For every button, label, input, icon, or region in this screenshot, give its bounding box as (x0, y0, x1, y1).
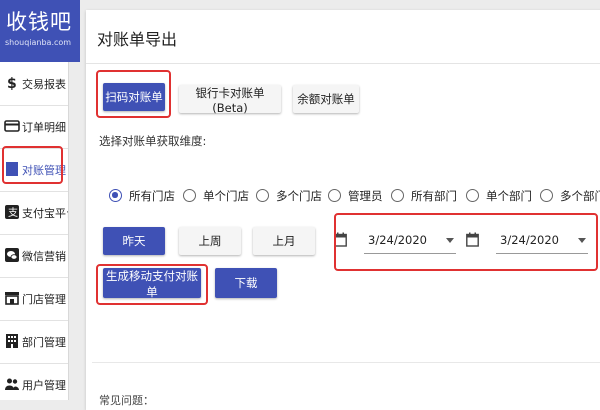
sidebar-item-order-details[interactable]: 订单明细 (0, 105, 68, 149)
radio-circle[interactable] (109, 189, 122, 202)
sidebar-item-label: 微信营销 (22, 250, 66, 263)
faq-heading: 常见问题： (99, 394, 154, 407)
radio-circle[interactable] (391, 189, 404, 202)
sidebar-item-label: 订单明细 (22, 121, 66, 134)
sidebar-item-label: 部门管理 (22, 336, 66, 349)
radio-label: 管理员 (348, 189, 383, 203)
svg-text:$: $ (7, 76, 17, 91)
logo-subtitle: shouqianba.com (5, 38, 72, 47)
page-title: 对账单导出 (97, 30, 178, 49)
calendar-icon[interactable] (466, 232, 479, 247)
store-icon (4, 290, 20, 306)
radio-circle[interactable] (183, 189, 196, 202)
alipay-icon: 支 (4, 204, 20, 220)
header-divider (86, 63, 600, 64)
card-icon (4, 118, 20, 134)
main-card (86, 10, 600, 410)
radio-circle[interactable] (466, 189, 479, 202)
sidebar-item-reconciliation[interactable]: 对账管理 (0, 148, 68, 192)
radio-label: 多个门店 (276, 189, 322, 203)
radio-label: 多个部门 (560, 189, 600, 203)
sidebar-item-label: 支付宝平台 (22, 207, 68, 220)
tab-balance-statement[interactable]: 余额对账单 (293, 85, 359, 113)
brand-logo[interactable]: 收钱吧 shouqianba.com (0, 0, 80, 62)
sidebar-item-store-management[interactable]: 门店管理 (0, 277, 68, 321)
dimension-label: 选择对账单获取维度: (99, 134, 207, 148)
radio-label: 所有门店 (129, 189, 175, 203)
building-icon (4, 333, 20, 349)
section-divider (92, 362, 600, 363)
generate-statement-button[interactable]: 生成移动支付对账单 (103, 268, 201, 299)
radio-label: 单个部门 (486, 189, 532, 203)
download-button[interactable]: 下载 (215, 268, 277, 298)
radio-label: 单个门店 (203, 189, 249, 203)
tab-bank-card-statement[interactable]: 银行卡对账单(Beta) (179, 85, 281, 115)
tab-scan-statement[interactable]: 扫码对账单 (103, 83, 165, 111)
svg-text:支: 支 (8, 207, 18, 219)
end-date-picker[interactable]: 3/24/2020 (496, 228, 588, 254)
calendar-icon[interactable] (334, 232, 347, 247)
last-month-button[interactable]: 上月 (253, 227, 315, 255)
dollar-icon: $ (4, 75, 20, 92)
sidebar-item-wechat-marketing[interactable]: 微信营销 (0, 234, 68, 278)
wechat-icon (4, 247, 20, 263)
chevron-down-icon[interactable] (578, 238, 586, 243)
radio-label: 所有部门 (411, 189, 457, 203)
sidebar-item-transaction-report[interactable]: $ 交易报表 (0, 62, 68, 106)
sidebar-item-label: 交易报表 (22, 78, 66, 91)
sidebar-item-department-management[interactable]: 部门管理 (0, 320, 68, 364)
radio-circle[interactable] (540, 189, 553, 202)
chevron-down-icon[interactable] (446, 238, 454, 243)
sidebar-item-user-management[interactable]: 用户管理 (0, 363, 68, 400)
start-date-value: 3/24/2020 (368, 233, 427, 247)
document-icon (4, 161, 20, 177)
start-date-picker[interactable]: 3/24/2020 (364, 228, 456, 254)
end-date-value: 3/24/2020 (500, 233, 559, 247)
yesterday-button[interactable]: 昨天 (103, 227, 165, 255)
radio-circle[interactable] (256, 189, 269, 202)
sidebar-item-alipay[interactable]: 支 支付宝平台 (0, 191, 68, 235)
sidebar-item-label: 门店管理 (22, 293, 66, 306)
last-week-button[interactable]: 上周 (179, 227, 241, 255)
sidebar-item-label: 对账管理 (22, 164, 66, 177)
sidebar-item-label: 用户管理 (22, 379, 66, 392)
users-icon (4, 376, 20, 392)
radio-circle[interactable] (328, 189, 341, 202)
logo-title: 收钱吧 (6, 10, 72, 34)
